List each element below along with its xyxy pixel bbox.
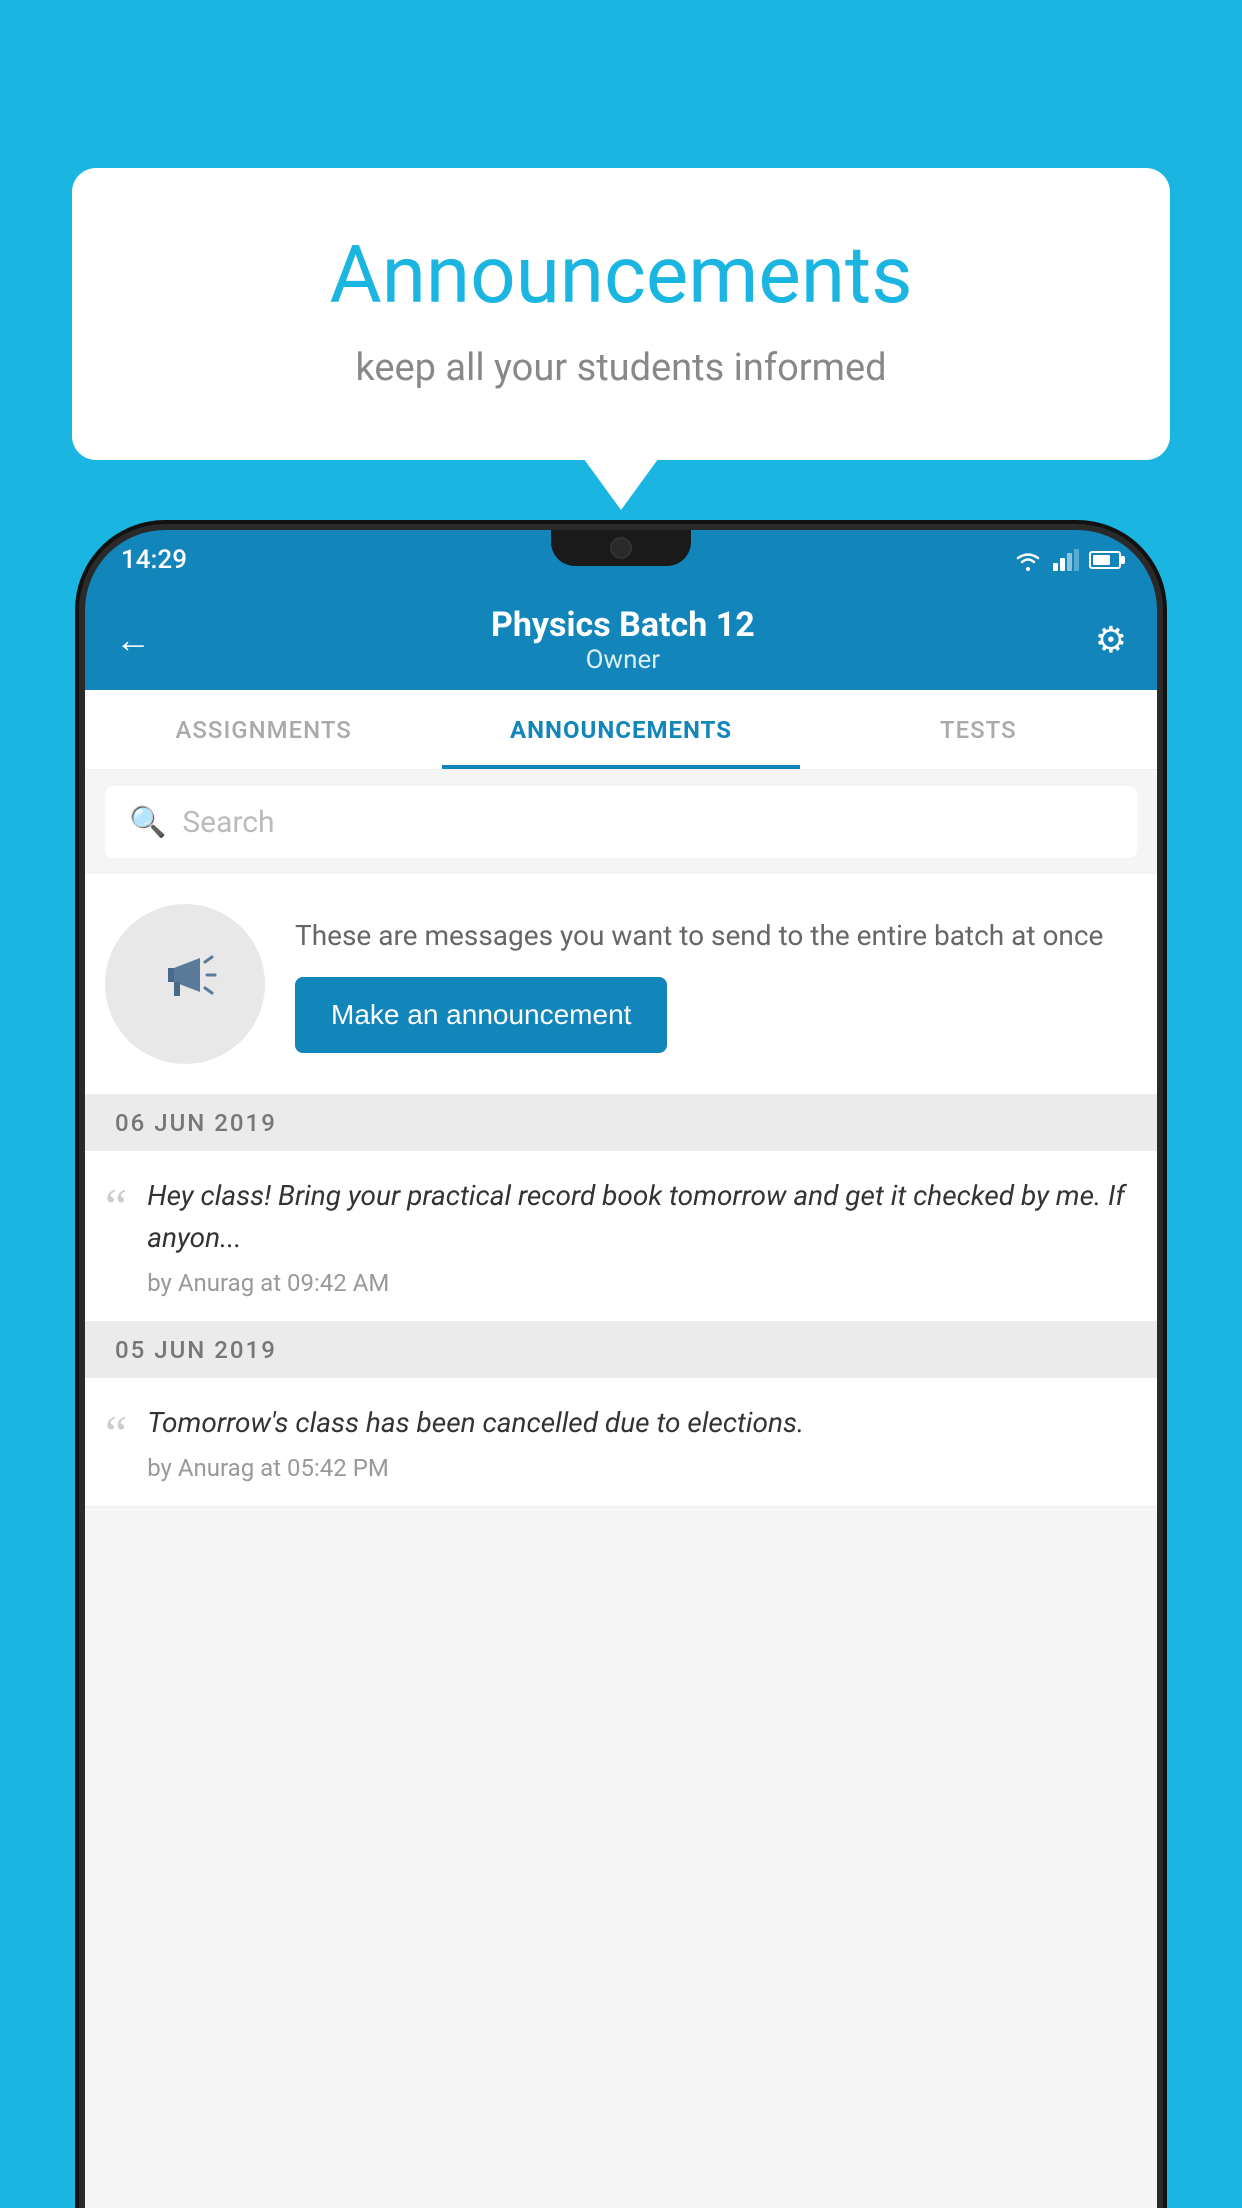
batch-title: Physics Batch 12 <box>491 605 755 645</box>
megaphone-icon <box>150 940 220 1028</box>
announcement-item-2[interactable]: “ Tomorrow's class has been cancelled du… <box>85 1378 1157 1507</box>
announcement-text-2: Tomorrow's class has been cancelled due … <box>147 1402 1137 1444</box>
announcement-description: These are messages you want to send to t… <box>295 915 1137 957</box>
back-button[interactable]: ← <box>115 619 151 661</box>
search-icon: 🔍 <box>129 805 166 840</box>
phone-device: 14:29 ← Physics Batch <box>85 530 1157 2208</box>
announcement-text-block-2: Tomorrow's class has been cancelled due … <box>147 1402 1137 1482</box>
tab-tests[interactable]: TESTS <box>800 690 1157 769</box>
announcement-meta-2: by Anurag at 05:42 PM <box>147 1454 1137 1482</box>
speech-bubble-container: Announcements keep all your students inf… <box>72 168 1170 460</box>
phone-content: 🔍 Search These are <box>85 770 1157 2208</box>
announcement-meta-1: by Anurag at 09:42 AM <box>147 1269 1137 1297</box>
announcement-text-1: Hey class! Bring your practical record b… <box>147 1175 1137 1259</box>
bubble-title: Announcements <box>152 228 1090 322</box>
announcement-text-block-1: Hey class! Bring your practical record b… <box>147 1175 1137 1297</box>
status-time: 14:29 <box>121 545 187 575</box>
quote-icon-2: “ <box>105 1408 127 1458</box>
quote-icon-1: “ <box>105 1181 127 1231</box>
megaphone-circle <box>105 904 265 1064</box>
make-announcement-button[interactable]: Make an announcement <box>295 977 667 1053</box>
app-header: ← Physics Batch 12 Owner ⚙ <box>85 590 1157 690</box>
phone-notch <box>551 530 691 566</box>
announcement-item-1[interactable]: “ Hey class! Bring your practical record… <box>85 1151 1157 1322</box>
tabs-bar: ASSIGNMENTS ANNOUNCEMENTS TESTS <box>85 690 1157 770</box>
header-title-block: Physics Batch 12 Owner <box>491 605 755 675</box>
status-icons <box>1013 549 1121 571</box>
date-separator-1: 06 JUN 2019 <box>85 1095 1157 1151</box>
batch-subtitle: Owner <box>491 645 755 675</box>
speech-bubble: Announcements keep all your students inf… <box>72 168 1170 460</box>
tab-assignments[interactable]: ASSIGNMENTS <box>85 690 442 769</box>
date-separator-2: 05 JUN 2019 <box>85 1322 1157 1378</box>
bubble-subtitle: keep all your students informed <box>152 346 1090 390</box>
signal-icon <box>1053 549 1079 571</box>
front-camera <box>610 537 632 559</box>
announcement-info: These are messages you want to send to t… <box>295 915 1137 1053</box>
settings-button[interactable]: ⚙ <box>1095 619 1127 661</box>
search-bar[interactable]: 🔍 Search <box>105 786 1137 858</box>
battery-icon <box>1089 551 1121 569</box>
tab-announcements[interactable]: ANNOUNCEMENTS <box>442 690 799 769</box>
wifi-icon <box>1013 549 1043 571</box>
search-placeholder: Search <box>182 805 274 840</box>
announcement-prompt-card: These are messages you want to send to t… <box>85 874 1157 1095</box>
